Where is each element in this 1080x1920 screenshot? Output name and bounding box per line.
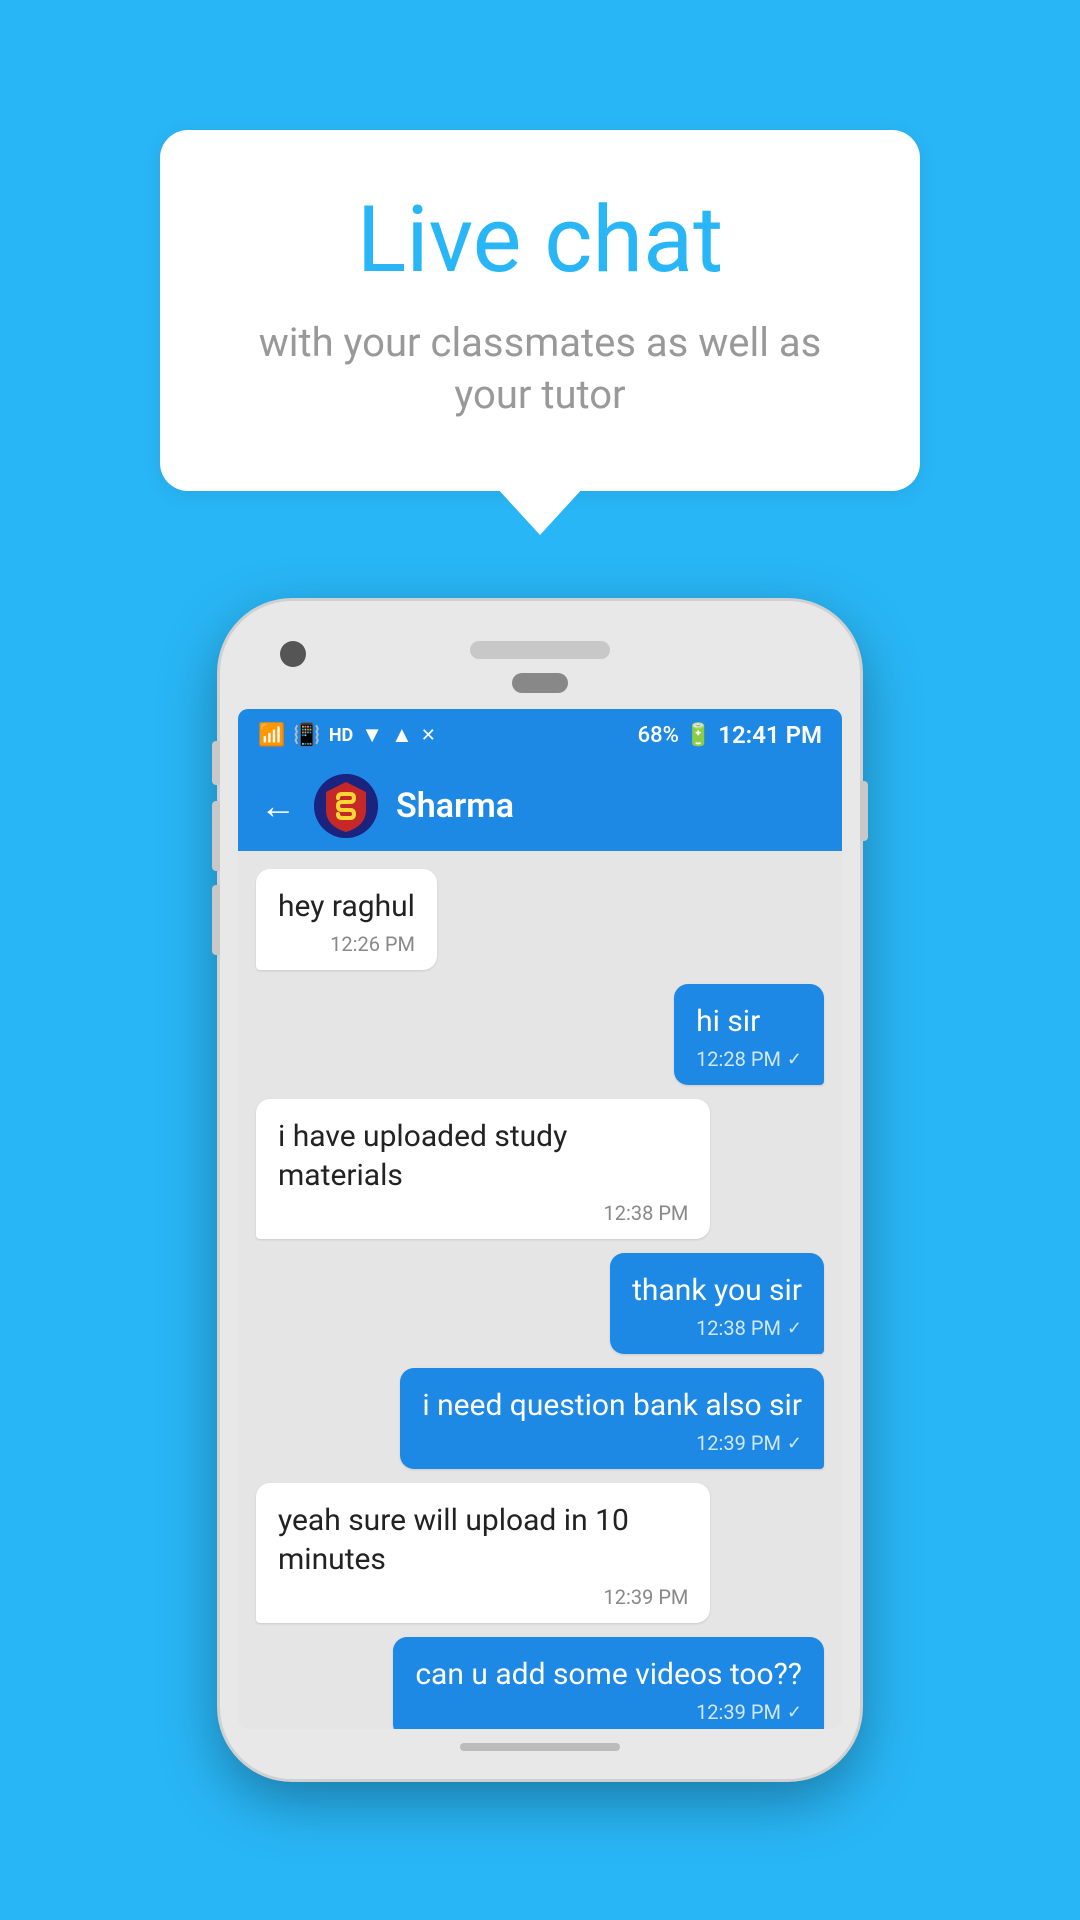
home-indicator — [460, 1743, 620, 1751]
message-time: 12:38 PM — [696, 1316, 781, 1340]
message-meta: 12:39 PM — [278, 1585, 688, 1609]
chat-body[interactable]: hey raghul 12:26 PM hi sir 12:28 PM ✓ i … — [238, 851, 842, 1729]
bluetooth-icon: 📶 — [258, 723, 285, 748]
message-6: yeah sure will upload in 10 minutes 12:3… — [256, 1483, 710, 1623]
message-4: thank you sir 12:38 PM ✓ — [610, 1253, 824, 1354]
message-text: yeah sure will upload in 10 minutes — [278, 1501, 688, 1579]
contact-avatar — [314, 774, 378, 838]
battery-percent: 68% — [638, 723, 679, 748]
message-7: can u add some videos too?? 12:39 PM ✓ — [393, 1637, 824, 1729]
read-receipt-icon: ✓ — [787, 1702, 802, 1723]
message-meta: 12:38 PM — [278, 1201, 688, 1225]
front-camera — [280, 641, 306, 667]
phone-mockup: 📶 📳 HD ▼ ▲ ✕ 68% 🔋 12:41 PM ← — [220, 601, 860, 1779]
volume-down-button — [212, 801, 220, 871]
message-meta: 12:26 PM — [278, 932, 415, 956]
message-time: 12:39 PM — [696, 1431, 781, 1455]
earpiece-speaker — [470, 641, 610, 659]
message-1: hey raghul 12:26 PM — [256, 869, 437, 970]
status-bar: 📶 📳 HD ▼ ▲ ✕ 68% 🔋 12:41 PM — [238, 709, 842, 761]
battery-icon: 🔋 — [685, 723, 712, 748]
message-meta: 12:39 PM ✓ — [415, 1700, 802, 1724]
message-time: 12:28 PM — [696, 1047, 781, 1071]
signal-x-icon: ✕ — [421, 725, 436, 746]
status-right-info: 68% 🔋 12:41 PM — [638, 721, 822, 749]
signal-icon: ▲ — [391, 722, 413, 748]
time-display: 12:41 PM — [718, 721, 822, 749]
power-button — [860, 781, 868, 841]
message-text: hi sir — [696, 1002, 802, 1041]
contact-name: Sharma — [396, 786, 514, 826]
vibrate-icon: 📳 — [293, 723, 320, 748]
hd-label: HD — [329, 725, 353, 746]
read-receipt-icon: ✓ — [787, 1433, 802, 1454]
speech-bubble-card: Live chat with your classmates as well a… — [160, 130, 920, 491]
message-5: i need question bank also sir 12:39 PM ✓ — [400, 1368, 824, 1469]
silent-button — [212, 885, 220, 955]
message-time: 12:26 PM — [330, 932, 415, 956]
phone-top — [238, 623, 842, 673]
wifi-icon: ▼ — [361, 722, 383, 748]
main-title: Live chat — [240, 190, 840, 291]
message-2: hi sir 12:28 PM ✓ — [674, 984, 824, 1085]
volume-up-button — [212, 741, 220, 785]
message-3: i have uploaded study materials 12:38 PM — [256, 1099, 710, 1239]
read-receipt-icon: ✓ — [787, 1049, 802, 1070]
status-left-icons: 📶 📳 HD ▼ ▲ ✕ — [258, 722, 436, 748]
message-time: 12:39 PM — [604, 1585, 689, 1609]
message-time: 12:38 PM — [604, 1201, 689, 1225]
subtitle: with your classmates as well as your tut… — [240, 317, 840, 421]
message-meta: 12:39 PM ✓ — [422, 1431, 802, 1455]
read-receipt-icon: ✓ — [787, 1318, 802, 1339]
phone-screen: 📶 📳 HD ▼ ▲ ✕ 68% 🔋 12:41 PM ← — [238, 709, 842, 1729]
chat-header: ← Sharma — [238, 761, 842, 851]
message-meta: 12:38 PM ✓ — [632, 1316, 802, 1340]
message-time: 12:39 PM — [696, 1700, 781, 1724]
message-text: thank you sir — [632, 1271, 802, 1310]
message-text: i have uploaded study materials — [278, 1117, 688, 1195]
home-button[interactable] — [512, 673, 568, 693]
message-text: i need question bank also sir — [422, 1386, 802, 1425]
phone-frame: 📶 📳 HD ▼ ▲ ✕ 68% 🔋 12:41 PM ← — [220, 601, 860, 1779]
message-text: can u add some videos too?? — [415, 1655, 802, 1694]
message-text: hey raghul — [278, 887, 415, 926]
back-button[interactable]: ← — [260, 785, 296, 827]
message-meta: 12:28 PM ✓ — [696, 1047, 802, 1071]
